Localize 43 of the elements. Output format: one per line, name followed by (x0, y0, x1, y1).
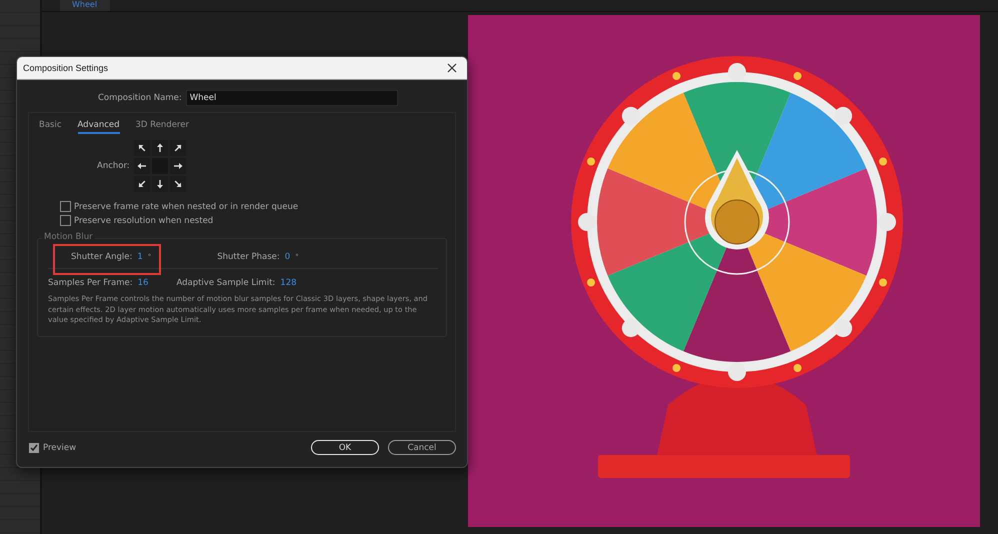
dialog-title: Composition Settings (23, 63, 108, 73)
value-field[interactable]: 128 (280, 278, 297, 288)
checkbox-label: Preserve frame rate when nested or in render queue (74, 202, 298, 212)
value-field[interactable]: 16 (138, 278, 148, 288)
checkbox-label: Preserve resolution when nested (74, 216, 214, 226)
field-label: Composition Name: (98, 93, 182, 103)
checkbox[interactable] (29, 442, 39, 452)
anchor-button[interactable] (170, 176, 186, 192)
value-field[interactable]: 0 (284, 252, 290, 262)
anchor-button[interactable] (134, 140, 150, 156)
field-label: Shutter Phase: (217, 252, 280, 262)
value-field[interactable]: 1 (137, 252, 143, 262)
field-label: Samples Per Frame: (48, 278, 133, 288)
close-button[interactable] (445, 61, 459, 75)
arrow-icon (154, 179, 165, 189)
arrow-icon (136, 143, 147, 153)
anchor-button[interactable] (134, 158, 150, 174)
cancel-button[interactable]: Cancel (388, 440, 456, 455)
arrow-icon (136, 161, 147, 171)
anchor-label: Anchor: (97, 161, 130, 171)
arrow-icon (136, 179, 147, 189)
name-field[interactable]: Wheel (186, 90, 398, 106)
tab[interactable]: Advanced (78, 118, 120, 134)
anchor-button[interactable] (170, 140, 186, 156)
arrow-icon (154, 143, 165, 153)
tab[interactable]: 3D Renderer (136, 118, 189, 134)
close-icon (447, 63, 457, 73)
arrow-icon (172, 143, 183, 153)
anchor-button[interactable] (152, 140, 168, 156)
checkbox-label: Preview (43, 442, 76, 452)
panel-tab[interactable]: Wheel (60, 0, 110, 11)
anchor-button[interactable] (134, 176, 150, 192)
checkbox[interactable] (60, 215, 71, 226)
field-label: Shutter Angle: (71, 252, 132, 262)
field-label: Adaptive Sample Limit: (176, 278, 276, 288)
arrow-icon (172, 161, 183, 171)
group-title: Motion Blur (42, 232, 95, 242)
checkbox[interactable] (60, 201, 71, 212)
tab[interactable]: Basic (39, 118, 62, 134)
anchor-button[interactable] (170, 158, 186, 174)
ok-button[interactable]: OK (311, 440, 379, 455)
anchor-button[interactable] (152, 176, 168, 192)
arrow-icon (172, 179, 183, 189)
